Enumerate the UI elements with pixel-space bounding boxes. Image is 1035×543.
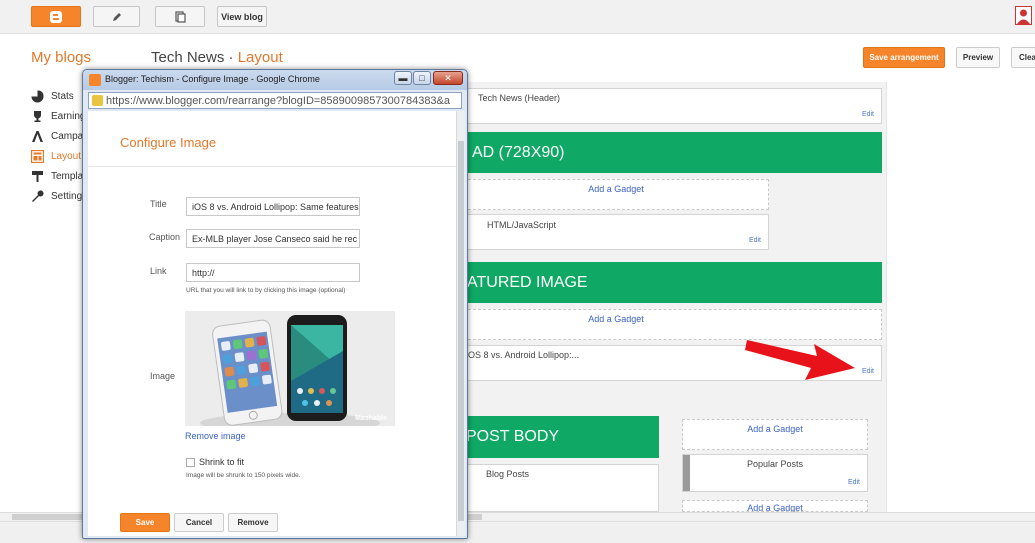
campaigns-icon [32, 130, 43, 142]
image-preview: Mashable [185, 311, 395, 426]
image-label: Image [150, 371, 176, 381]
my-blogs-link[interactable]: My blogs [31, 49, 91, 66]
sidebar-item-label: Campa [51, 130, 84, 142]
edit-link[interactable]: Edit [749, 237, 761, 244]
lock-icon [92, 95, 103, 106]
section-name: Layout [237, 49, 283, 66]
stats-icon [31, 90, 44, 102]
section-post-body: POST BODY [463, 416, 659, 458]
wrench-icon [32, 189, 44, 202]
sidebar-item-label: Templat [51, 170, 87, 182]
caption-input[interactable]: Ex-MLB player Jose Canseco said he rec [186, 229, 360, 248]
section-featured-image: ATURED IMAGE [463, 262, 882, 303]
minimize-button[interactable]: ▬ [394, 71, 412, 85]
sidebar-item-label: Stats [51, 90, 74, 102]
maximize-icon: □ [419, 73, 425, 83]
remove-image-link[interactable]: Remove image [185, 431, 246, 441]
remove-button[interactable]: Remove [228, 513, 278, 532]
sidebar-item-label: Layout [51, 150, 82, 162]
link-hint: URL that you will link to by clicking th… [186, 287, 346, 294]
link-input[interactable]: http:// [186, 263, 360, 282]
blogger-home-button[interactable] [31, 6, 81, 27]
sidebar-item-layout[interactable]: Layout [31, 148, 81, 164]
sidebar-item-settings[interactable]: Settings [31, 188, 87, 204]
url-text: https://www.blogger.com/rearrange?blogID… [106, 94, 451, 107]
close-button[interactable]: ✕ [433, 71, 463, 85]
add-gadget-link[interactable]: Add a Gadget [682, 419, 868, 450]
dialog-heading: Configure Image [120, 135, 217, 150]
window-title: Blogger: Techism - Configure Image - Goo… [105, 74, 320, 84]
caption-label: Caption [149, 232, 181, 242]
add-gadget-link[interactable]: Add a Gadget [463, 179, 769, 210]
gadget-title: Tech News (Header) [478, 93, 561, 103]
posts-list-button[interactable] [155, 6, 205, 27]
blogger-favicon-icon [89, 74, 101, 86]
scrollbar-thumb[interactable] [458, 141, 464, 521]
featured-edit-link[interactable]: Edit [862, 368, 874, 375]
shrink-to-fit-label: Shrink to fit [199, 457, 245, 467]
sidebar-item-template[interactable]: Templat [31, 168, 86, 184]
page-title: Tech News · Layout [151, 49, 283, 66]
header-gadget[interactable]: Tech News (Header) Edit [463, 88, 882, 124]
layout-icon [31, 149, 44, 163]
dialog-content: Configure Image Title iOS 8 vs. Android … [88, 111, 456, 536]
vertical-scrollbar[interactable] [456, 111, 465, 536]
window-titlebar[interactable]: Blogger: Techism - Configure Image - Goo… [83, 70, 467, 90]
maximize-button[interactable]: □ [413, 71, 431, 85]
title-input[interactable]: iOS 8 vs. Android Lollipop: Same feature… [186, 197, 360, 216]
gadget-title: HTML/JavaScript [487, 220, 557, 230]
sidebar-item-label: Earning [51, 110, 86, 122]
top-toolbar: View blog [0, 0, 1035, 34]
new-post-button[interactable] [93, 6, 140, 27]
html-javascript-gadget[interactable]: HTML/JavaScript Edit [463, 214, 769, 250]
shrink-to-fit-checkbox[interactable] [186, 458, 195, 467]
divider [88, 166, 456, 167]
blog-name: Tech News [151, 49, 225, 66]
layout-canvas: Tech News (Header) Edit AD (728X90) Add … [463, 82, 886, 513]
close-icon: ✕ [444, 72, 452, 83]
title-separator: · [228, 49, 234, 66]
blog-posts-gadget[interactable]: Blog Posts [463, 464, 659, 512]
add-gadget-link[interactable]: Add a Gadget [682, 500, 868, 513]
title-label: Title [150, 199, 167, 209]
image-watermark: Mashable [355, 415, 387, 422]
gadget-title: OS 8 vs. Android Lollipop:... [468, 350, 580, 360]
minimize-icon: ▬ [398, 73, 408, 83]
trophy-icon [34, 110, 41, 122]
view-blog-label: View blog [221, 11, 263, 22]
sidebar-item-stats[interactable]: Stats [31, 88, 74, 104]
sidebar-item-earnings[interactable]: Earning [31, 108, 85, 124]
view-blog-button[interactable]: View blog [217, 6, 267, 27]
gadget-title: Popular Posts [746, 459, 804, 469]
preview-button[interactable]: Preview [956, 47, 1000, 68]
edit-link[interactable]: Edit [848, 479, 860, 486]
clear-button[interactable]: Clea [1011, 47, 1035, 68]
shrink-hint: Image will be shrunk to 150 pixels wide. [186, 472, 301, 479]
sidebar-item-campaigns[interactable]: Campa [31, 128, 83, 144]
user-icon [1017, 9, 1030, 24]
phones-photo [185, 311, 395, 426]
configure-image-window: Blogger: Techism - Configure Image - Goo… [82, 69, 468, 539]
section-ad: AD (728X90) [463, 132, 882, 173]
avatar[interactable] [1015, 6, 1032, 25]
link-label: Link [150, 266, 167, 276]
red-arrow-icon [745, 340, 855, 380]
documents-icon [175, 10, 186, 23]
save-button[interactable]: Save [120, 513, 170, 532]
edit-link[interactable]: Edit [862, 111, 874, 118]
pencil-icon [112, 12, 121, 21]
address-bar[interactable]: https://www.blogger.com/rearrange?blogID… [88, 92, 462, 109]
save-arrangement-button[interactable]: Save arrangement [863, 47, 945, 68]
template-icon [32, 170, 43, 182]
canvas-right-margin [886, 82, 1035, 512]
popular-posts-gadget[interactable]: Popular Posts Edit [682, 454, 868, 492]
gadget-title: Blog Posts [486, 469, 530, 479]
cancel-button[interactable]: Cancel [174, 513, 224, 532]
blogger-logo-icon [50, 10, 62, 23]
